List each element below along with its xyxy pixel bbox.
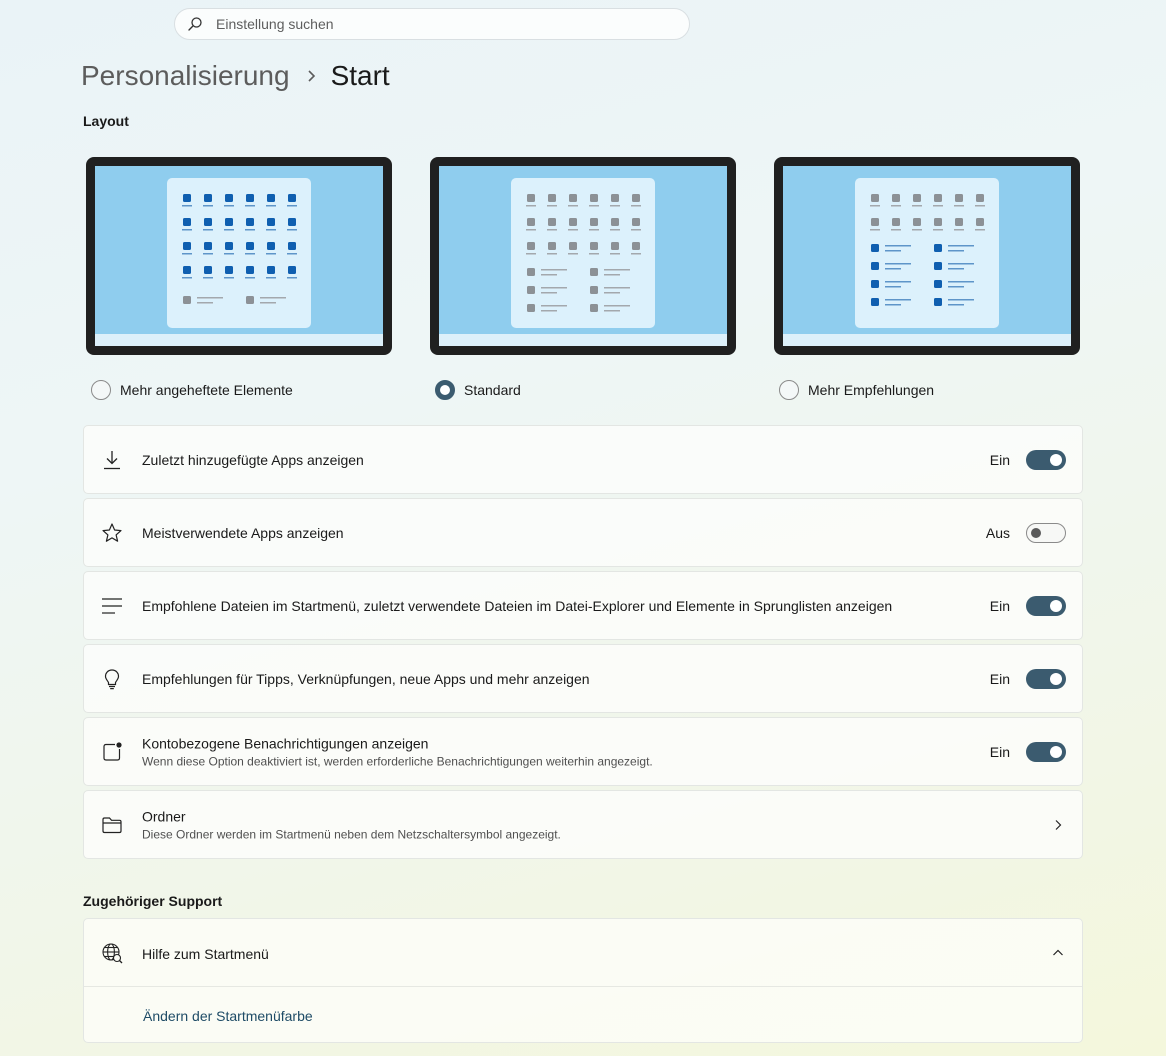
help-title: Hilfe zum Startmenü xyxy=(142,946,269,962)
search-icon xyxy=(188,17,202,31)
more-pins-illustration xyxy=(182,194,297,304)
layout-preview-standard[interactable] xyxy=(430,157,736,355)
change-start-menu-color-link[interactable]: Ändern der Startmenüfarbe xyxy=(143,1008,313,1024)
toggle-state-label: Ein xyxy=(989,743,1010,760)
notification-icon xyxy=(103,741,122,761)
preview-screen xyxy=(783,166,1071,346)
layout-section-title: Layout xyxy=(83,113,129,129)
setting-title: Kontobezogene Benachrichtigungen anzeige… xyxy=(142,735,429,751)
support-section-title: Zugehöriger Support xyxy=(83,893,223,909)
startmenu-preview xyxy=(167,178,311,328)
globe-icon xyxy=(102,943,123,964)
lightbulb-icon xyxy=(104,668,120,689)
preview-screen xyxy=(439,166,727,346)
radio-standard[interactable]: Standard xyxy=(435,380,521,400)
setting-tips-recommendations: Empfehlungen für Tipps, Verknüpfungen, n… xyxy=(83,644,1083,713)
taskbar-preview xyxy=(783,334,1071,346)
setting-title: Meistverwendete Apps anzeigen xyxy=(142,524,344,541)
taskbar-preview xyxy=(439,334,727,346)
setting-most-used-apps: Meistverwendete Apps anzeigen Aus xyxy=(83,498,1083,567)
toggle-switch[interactable] xyxy=(1026,741,1066,762)
setting-title: Ordner xyxy=(142,808,186,824)
search-box[interactable] xyxy=(174,8,690,40)
setting-description: Wenn diese Option deaktiviert ist, werde… xyxy=(142,754,653,768)
radio-label: Mehr Empfehlungen xyxy=(808,382,935,398)
toggle-state-label: Ein xyxy=(989,670,1010,687)
setting-recently-added-apps: Zuletzt hinzugefügte Apps anzeigen Ein xyxy=(83,425,1083,494)
chevron-right-icon xyxy=(307,69,316,83)
setting-title: Empfohlene Dateien im Startmenü, zuletzt… xyxy=(142,597,893,614)
radio-label: Standard xyxy=(464,382,521,398)
radio-button[interactable] xyxy=(91,380,111,400)
taskbar-preview xyxy=(95,334,383,346)
chevron-up-icon xyxy=(1053,949,1063,956)
toggle-switch[interactable] xyxy=(1026,449,1066,470)
radio-more-recommendations[interactable]: Mehr Empfehlungen xyxy=(779,380,934,400)
startmenu-preview xyxy=(511,178,655,328)
radio-label: Mehr angeheftete Elemente xyxy=(120,382,293,398)
setting-title: Zuletzt hinzugefügte Apps anzeigen xyxy=(142,451,364,468)
support-panel: Hilfe zum Startmenü Ändern der Startmenü… xyxy=(83,918,1083,1043)
star-icon xyxy=(102,522,122,542)
standard-illustration xyxy=(526,194,641,312)
toggle-switch[interactable] xyxy=(1026,668,1066,689)
setting-recommended-files: Empfohlene Dateien im Startmenü, zuletzt… xyxy=(83,571,1083,640)
toggle-switch[interactable] xyxy=(1026,522,1066,543)
setting-title: Empfehlungen für Tipps, Verknüpfungen, n… xyxy=(142,670,590,687)
chevron-right-icon xyxy=(1055,819,1062,830)
startmenu-preview xyxy=(855,178,999,328)
radio-button[interactable] xyxy=(779,380,799,400)
layout-preview-more-pins[interactable] xyxy=(86,157,392,355)
setting-account-notifications: Kontobezogene Benachrichtigungen anzeige… xyxy=(83,717,1083,786)
breadcrumb-parent[interactable]: Personalisierung xyxy=(81,60,290,92)
toggle-switch[interactable] xyxy=(1026,595,1066,616)
toggle-state-label: Ein xyxy=(989,597,1010,614)
setting-description: Diese Ordner werden im Startmenü neben d… xyxy=(142,827,561,841)
setting-folders[interactable]: Ordner Diese Ordner werden im Startmenü … xyxy=(83,790,1083,859)
folder-icon xyxy=(102,816,122,833)
preview-screen xyxy=(95,166,383,346)
list-icon xyxy=(102,597,122,614)
radio-button-checked[interactable] xyxy=(435,380,455,400)
help-start-menu-expander[interactable]: Hilfe zum Startmenü xyxy=(84,919,1082,987)
download-icon xyxy=(104,450,120,469)
toggle-state-label: Ein xyxy=(989,451,1010,468)
page-title: Start xyxy=(330,60,390,91)
more-recommendations-illustration xyxy=(870,194,985,306)
radio-more-pins[interactable]: Mehr angeheftete Elemente xyxy=(91,380,293,400)
layout-preview-more-recommendations[interactable] xyxy=(774,157,1080,355)
breadcrumb: Personalisierung Start xyxy=(81,58,390,94)
search-input[interactable] xyxy=(216,16,656,32)
toggle-state-label: Aus xyxy=(985,524,1010,541)
